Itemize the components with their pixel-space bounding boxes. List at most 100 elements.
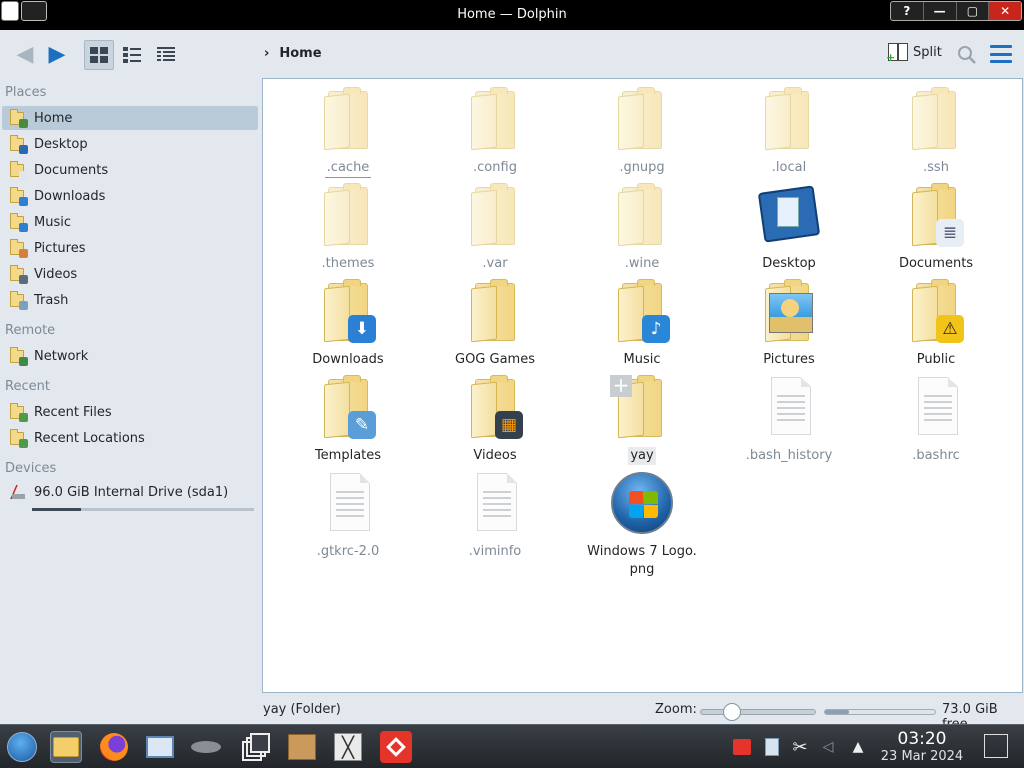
file-item-desktop[interactable]: Desktop [724, 183, 854, 273]
file-item-pictures[interactable]: Pictures [724, 279, 854, 369]
taskbar-package-manager[interactable] [286, 731, 318, 763]
start-button[interactable] [6, 731, 38, 763]
file-item-templates[interactable]: ✎ Templates [283, 375, 413, 465]
file-item-gog-games[interactable]: GOG Games [430, 279, 560, 369]
taskbar-system-monitor[interactable] [144, 731, 176, 763]
folder-icon: ✎ [316, 375, 380, 443]
sidebar-item-downloads[interactable]: Downloads [2, 184, 258, 208]
file-item-documents[interactable]: ≣ Documents [871, 183, 1001, 273]
text-file-icon [316, 471, 380, 539]
file-item-local[interactable]: .local [724, 87, 854, 177]
clipboard-icon [765, 738, 779, 756]
breadcrumb-home[interactable]: Home [279, 46, 321, 61]
folder-icon [757, 87, 821, 155]
folder-icon [610, 183, 674, 251]
file-item-music[interactable]: ♪ Music [577, 279, 707, 369]
sidebar-item-network[interactable]: Network [2, 344, 258, 368]
icons-view-button[interactable] [84, 40, 114, 70]
file-item-bashrc[interactable]: .bashrc [871, 375, 1001, 465]
sidebar-item-recent-files[interactable]: Recent Files [2, 400, 258, 424]
file-name: .var [482, 256, 508, 271]
hamburger-menu-button[interactable] [990, 45, 1012, 63]
maximize-button[interactable]: ▢ [957, 2, 990, 20]
file-item-cache[interactable]: .cache [283, 87, 413, 178]
window-switcher-icon [242, 733, 270, 761]
details-view-button[interactable] [151, 40, 181, 70]
file-view[interactable]: .cache .config .gnupg .local .ssh .theme… [262, 78, 1023, 693]
free-space-bar[interactable] [824, 709, 936, 715]
tray-anydesk[interactable] [732, 737, 752, 757]
back-button[interactable]: ◀ [10, 40, 40, 70]
file-item-public[interactable]: ⚠ Public [871, 279, 1001, 369]
zoom-slider-handle[interactable] [723, 703, 741, 721]
file-item-windows-7-logo-png[interactable]: Windows 7 Logo. png [577, 471, 707, 579]
documents-emblem-icon: ≣ [936, 219, 964, 247]
tray-expand[interactable]: ▲ [848, 737, 868, 757]
zoom-slider[interactable] [700, 703, 816, 721]
forward-button[interactable]: ▶ [42, 40, 72, 70]
minimize-button[interactable]: — [924, 2, 957, 20]
sidebar-item-label: Recent Files [34, 404, 112, 420]
file-item-ssh[interactable]: .ssh [871, 87, 1001, 177]
folder-icon [904, 87, 968, 155]
file-item-downloads[interactable]: ⬇ Downloads [283, 279, 413, 369]
folder-home-icon [8, 109, 28, 128]
clock-date[interactable]: 23 Mar 2024 [876, 749, 968, 764]
taskbar-wine[interactable] [190, 731, 222, 763]
window-titlebar[interactable]: Home — Dolphin ? — ▢ ✕ [0, 0, 1024, 30]
sidebar-item-home[interactable]: Home [2, 106, 258, 130]
sidebar-item-recent-locations[interactable]: Recent Locations [2, 426, 258, 450]
sidebar-item-pictures[interactable]: Pictures [2, 236, 258, 260]
tray-clipboard[interactable] [762, 737, 782, 757]
breadcrumb-separator[interactable]: › [264, 46, 269, 61]
clock-time[interactable]: 03:20 [876, 729, 968, 749]
tray-scissors[interactable]: ✂ [790, 737, 810, 758]
text-file-icon [904, 375, 968, 443]
sidebar-item-desktop[interactable]: Desktop [2, 132, 258, 156]
file-item-yay[interactable]: + yay [577, 375, 707, 465]
sidebar-item-documents[interactable]: Documents [2, 158, 258, 182]
taskbar-xorg[interactable]: ╳ [332, 731, 364, 763]
tray-volume[interactable]: ◁ [818, 737, 838, 757]
file-item-config[interactable]: .config [430, 87, 560, 177]
file-name: GOG Games [455, 352, 535, 367]
file-item-wine[interactable]: .wine [577, 183, 707, 273]
file-item-themes[interactable]: .themes [283, 183, 413, 273]
sidebar-item-96-0-gib-internal-drive-sda1[interactable]: 96.0 GiB Internal Drive (sda1) [2, 480, 258, 504]
section-devices: Devices [5, 461, 57, 476]
folder-trash-icon [8, 291, 28, 310]
file-item-videos[interactable]: ▦ Videos [430, 375, 560, 465]
compact-view-button[interactable] [117, 40, 147, 70]
folder-icon: ▦ [463, 375, 527, 443]
select-toggle-icon[interactable]: + [610, 375, 632, 397]
split-button[interactable]: + Split [886, 43, 942, 64]
file-name: Music [623, 352, 661, 367]
show-desktop-button[interactable] [984, 734, 1008, 758]
file-item-gnupg[interactable]: .gnupg [577, 87, 707, 177]
file-item-viminfo[interactable]: .viminfo [430, 471, 560, 561]
taskbar-anydesk[interactable] [380, 731, 412, 763]
sidebar-item-label: Pictures [34, 240, 86, 256]
music-note-emblem-icon: ♪ [642, 315, 670, 343]
close-button[interactable]: ✕ [989, 2, 1021, 20]
help-button[interactable]: ? [891, 2, 924, 20]
file-name: .wine [624, 256, 660, 271]
taskbar-window-switcher[interactable] [240, 731, 272, 763]
desktop-folder-icon [757, 183, 821, 251]
file-name: .gnupg [619, 160, 665, 175]
sidebar-item-label: Desktop [34, 136, 88, 152]
file-name: .config [473, 160, 517, 175]
file-name: Documents [898, 256, 974, 271]
taskbar-firefox[interactable] [98, 731, 130, 763]
file-item-var[interactable]: .var [430, 183, 560, 273]
selection-status: yay (Folder) [263, 702, 341, 717]
sidebar-item-videos[interactable]: Videos [2, 262, 258, 286]
taskbar-dolphin[interactable] [50, 731, 82, 763]
sidebar-item-music[interactable]: Music [2, 210, 258, 234]
file-item-gtkrc-2-0[interactable]: .gtkrc-2.0 [283, 471, 413, 561]
sidebar-item-trash[interactable]: Trash [2, 288, 258, 312]
search-button[interactable] [955, 43, 979, 67]
pictures-folder-icon [757, 279, 821, 347]
file-item-bash-history[interactable]: .bash_history [724, 375, 854, 465]
folder-icon: + [610, 375, 674, 443]
